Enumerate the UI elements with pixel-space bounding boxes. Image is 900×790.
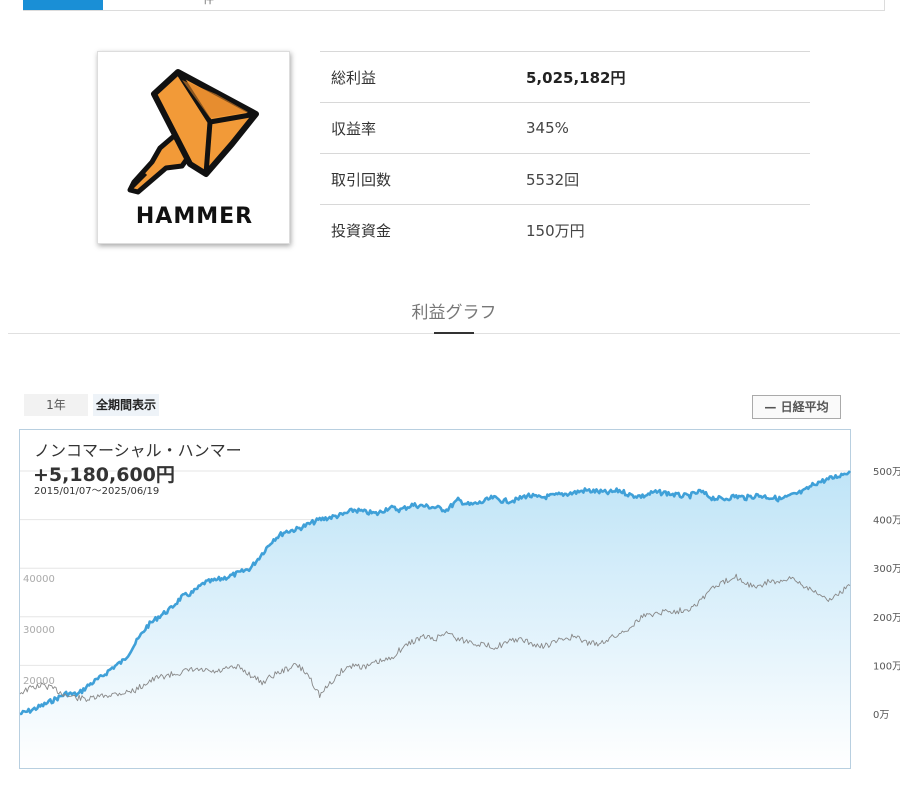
right-axis-tick-label: 200万 — [873, 613, 900, 624]
left-axis-tick-label: 40000 — [23, 574, 55, 585]
right-axis-tick-label: 100万 — [873, 661, 900, 672]
fund-area — [20, 471, 850, 768]
right-axis-tick-label: 400万 — [873, 516, 900, 527]
right-axis-tick-label: 500万 — [873, 467, 900, 478]
right-axis-tick-label: 300万 — [873, 564, 900, 575]
chart-fund-name: ノンコマーシャル・ハンマー — [34, 441, 242, 460]
right-axis-tick-label: 0万 — [873, 710, 889, 721]
profit-chart-svg: 0万100万200万300万400万500万100002000030000400… — [19, 467, 900, 768]
left-axis-tick-label: 30000 — [23, 625, 55, 636]
chart-date-range: 2015/01/07〜2025/06/19 — [34, 486, 160, 497]
